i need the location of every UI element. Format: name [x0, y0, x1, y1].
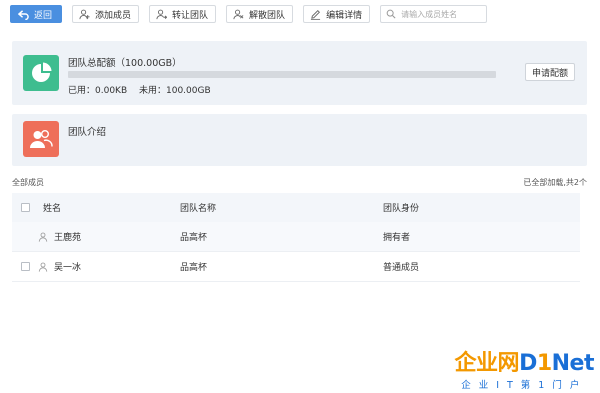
edit-icon — [310, 9, 321, 20]
dissolve-icon — [233, 9, 244, 20]
row-checkbox[interactable] — [21, 262, 30, 271]
team-intro-card: 团队介绍 — [12, 114, 587, 166]
dissolve-team-button[interactable]: 解散团队 — [226, 5, 294, 23]
back-arrow-icon — [18, 9, 29, 20]
team-intro-title: 团队介绍 — [68, 127, 107, 138]
select-all-checkbox[interactable] — [21, 203, 30, 212]
members-list-header: 全部成员 已全部加载,共2个 — [12, 177, 587, 188]
transfer-icon — [156, 9, 168, 20]
team-icon — [23, 121, 59, 157]
member-name-cell: 王鹿苑 — [38, 230, 81, 243]
loaded-count-label: 已全部加载,共2个 — [523, 178, 587, 187]
quota-progress-bar — [68, 71, 496, 78]
watermark-logo-part: D — [519, 351, 537, 376]
search-input[interactable] — [401, 9, 488, 19]
all-members-label: 全部成员 — [12, 178, 44, 187]
member-team: 品高杯 — [180, 263, 208, 273]
watermark-logo-part: 1 — [536, 351, 552, 376]
table-header-row: 姓名 团队名称 团队身份 — [12, 193, 580, 222]
transfer-team-label: 转让团队 — [172, 10, 209, 21]
edit-details-label: 编辑详情 — [326, 10, 363, 21]
quota-unused: 未用：100.00GB — [139, 86, 211, 96]
transfer-team-button[interactable]: 转让团队 — [149, 5, 217, 23]
watermark-logo: 企业网D1Net — [454, 351, 595, 376]
member-role: 拥有者 — [383, 233, 411, 243]
quota-used: 已用：0.00KB — [68, 86, 128, 96]
table-row[interactable]: 王鹿苑 品高杯 拥有者 — [12, 222, 580, 252]
table-row[interactable]: 吴一冰 品高杯 普通成员 — [12, 252, 580, 282]
pie-chart-icon — [23, 55, 59, 91]
member-name-cell: 吴一冰 — [38, 260, 81, 273]
member-search-box — [380, 5, 488, 23]
apply-quota-button[interactable]: 申请配额 — [524, 63, 575, 81]
user-icon — [38, 262, 48, 272]
user-icon — [38, 232, 48, 242]
watermark-logo-part: 企业网 — [454, 351, 520, 376]
watermark-logo-part: Net — [551, 351, 595, 376]
back-label: 返回 — [34, 10, 53, 21]
toolbar: 返回 添加成员 转让团队 解散团队 编辑详情 — [10, 4, 488, 24]
dissolve-team-label: 解散团队 — [249, 10, 286, 21]
search-icon — [386, 9, 396, 19]
column-header-role: 团队身份 — [383, 204, 420, 214]
watermark-subtitle: 企业IT第1门户 — [461, 380, 588, 391]
member-role: 普通成员 — [383, 263, 420, 273]
quota-title: 团队总配额（100.00GB） — [68, 58, 182, 69]
column-header-name: 姓名 — [43, 204, 62, 214]
add-member-label: 添加成员 — [95, 10, 132, 21]
member-name: 吴一冰 — [54, 263, 82, 273]
back-button[interactable]: 返回 — [10, 5, 63, 23]
watermark: 企业网D1Net 企业IT第1门户 — [454, 351, 595, 392]
add-member-button[interactable]: 添加成员 — [72, 5, 140, 23]
quota-usage: 已用：0.00KB 未用：100.00GB — [68, 83, 220, 96]
add-user-icon — [79, 9, 90, 20]
member-team: 品高杯 — [180, 233, 208, 243]
column-header-team: 团队名称 — [180, 204, 217, 214]
edit-details-button[interactable]: 编辑详情 — [303, 5, 371, 23]
quota-card: 团队总配额（100.00GB） 已用：0.00KB 未用：100.00GB 申请… — [12, 41, 587, 105]
members-table: 姓名 团队名称 团队身份 王鹿苑 品高杯 拥有者 吴一冰 品高杯 普通成员 — [12, 193, 580, 282]
member-name: 王鹿苑 — [54, 233, 82, 243]
